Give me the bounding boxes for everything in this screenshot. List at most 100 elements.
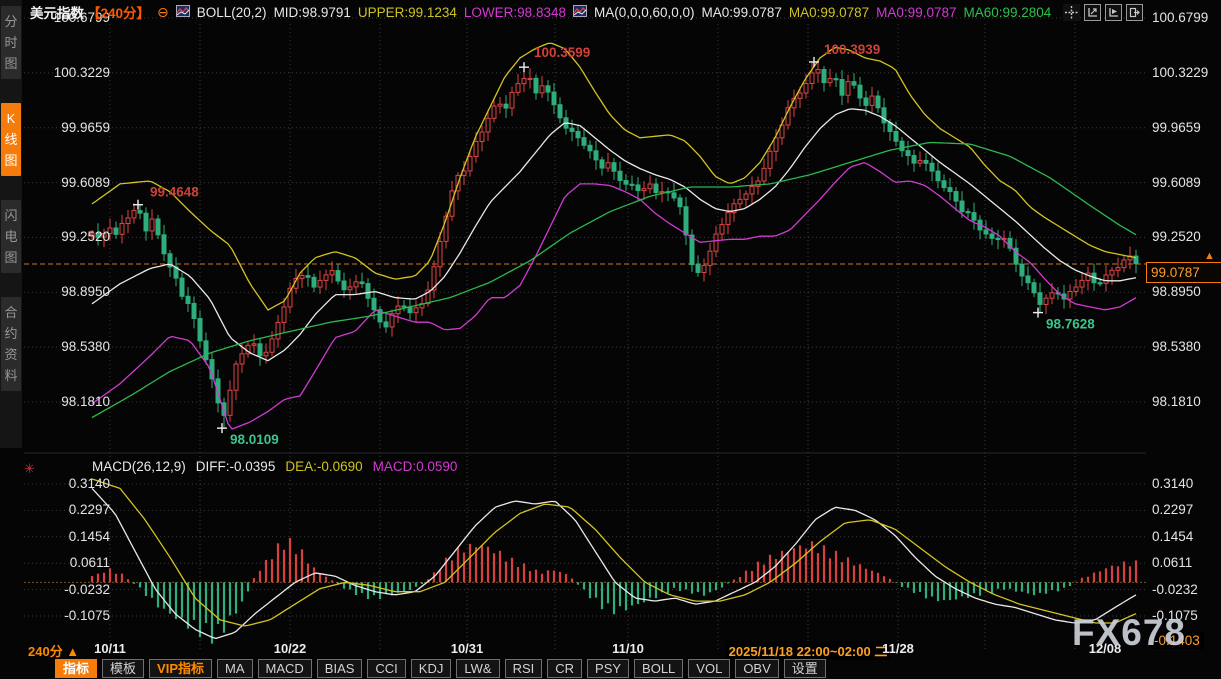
candle-body: [798, 93, 802, 98]
candle-body: [900, 141, 904, 150]
sidebar-tab-timeshare[interactable]: 分时图: [1, 6, 21, 79]
ma-chart-icon[interactable]: [573, 5, 587, 20]
candle-body: [150, 219, 154, 231]
axis-indicator-icon[interactable]: [1105, 4, 1122, 21]
candle-body: [306, 276, 310, 278]
crosshair-icon[interactable]: [1063, 4, 1080, 21]
candle-body: [720, 225, 724, 235]
indicator-button-rsi[interactable]: RSI: [505, 659, 543, 678]
indicator-button-vol[interactable]: VOL: [688, 659, 730, 678]
candle-body: [552, 92, 556, 105]
sidebar-tab-lightning[interactable]: 闪电图: [1, 200, 21, 273]
candle-body: [948, 188, 952, 192]
candle-body: [768, 151, 772, 168]
candle-body: [684, 207, 688, 235]
indicator-button-ma[interactable]: MA: [217, 659, 253, 678]
candle-body: [1110, 270, 1114, 275]
date-label: 11/28: [882, 641, 914, 656]
axis-label: -0.1075: [30, 608, 110, 623]
exit-fullscreen-icon[interactable]: [1126, 4, 1143, 21]
candle-body: [804, 83, 808, 93]
candle-body: [846, 82, 850, 96]
candle-body: [642, 189, 646, 191]
candle-body: [336, 271, 340, 281]
candle-body: [342, 281, 346, 290]
candle-body: [366, 284, 370, 299]
price-annotation: 100.3939: [824, 42, 880, 57]
candle-body: [330, 271, 334, 275]
candle-body: [996, 238, 1000, 239]
macd-dea-value: DEA:-0.0690: [285, 459, 362, 474]
axis-label: 0.2297: [30, 502, 110, 517]
candle-body: [654, 184, 658, 192]
indicator-button-obv[interactable]: OBV: [735, 659, 778, 678]
indicator-button-kdj[interactable]: KDJ: [411, 659, 452, 678]
candle-body: [276, 322, 280, 339]
indicator-button-设置[interactable]: 设置: [784, 659, 826, 678]
candle-body: [876, 96, 880, 108]
indicator-button-psy[interactable]: PSY: [587, 659, 629, 678]
time-axis[interactable]: 240分 ▲ 10/1110/2210/3111/102025/11/18 22…: [0, 641, 1221, 657]
candle-body: [282, 307, 286, 322]
candle-body: [1050, 293, 1054, 298]
indicator-button-vip指标[interactable]: VIP指标: [149, 659, 212, 678]
indicator-button-模板[interactable]: 模板: [102, 659, 144, 678]
chart-tool-icons: [1063, 4, 1143, 21]
candle-body: [324, 275, 328, 281]
date-label: 10/22: [274, 641, 307, 656]
candle-body: [1074, 287, 1078, 291]
indicator-button-boll[interactable]: BOLL: [634, 659, 683, 678]
indicator-button-指标[interactable]: 指标: [55, 659, 97, 678]
candle-body: [1098, 283, 1102, 284]
candle-body: [648, 184, 652, 189]
candle-body: [270, 339, 274, 352]
axis-label: 98.8950: [30, 284, 110, 299]
candle-body: [558, 105, 562, 118]
axis-label: 98.5380: [30, 339, 110, 354]
axis-label: 98.8950: [1152, 284, 1201, 299]
axis-label: 98.1810: [1152, 394, 1201, 409]
period-label[interactable]: 240分 ▲: [28, 641, 79, 660]
indicator-button-bias[interactable]: BIAS: [317, 659, 363, 678]
chart-canvas[interactable]: 99.4648100.3599100.393998.010998.7628: [0, 0, 1221, 679]
candle-body: [492, 106, 496, 118]
price-annotation: 98.0109: [230, 432, 279, 447]
candle-body: [570, 128, 574, 131]
indicator-button-cr[interactable]: CR: [547, 659, 582, 678]
candle-body: [984, 230, 988, 234]
candle-body: [924, 160, 928, 163]
candle-body: [828, 79, 832, 83]
candle-body: [234, 364, 238, 390]
sidebar-tab-contract-info[interactable]: 合约资料: [1, 297, 21, 391]
indicator-button-lw&[interactable]: LW&: [456, 659, 499, 678]
candle-body: [726, 213, 730, 225]
candle-body: [162, 235, 166, 254]
candle-body: [144, 213, 148, 231]
axis-label: 98.5380: [1152, 339, 1201, 354]
macd-settings-icon[interactable]: ✳: [24, 461, 35, 477]
ma60-green-value: MA60:99.2804: [963, 5, 1051, 20]
indicator-button-macd[interactable]: MACD: [258, 659, 312, 678]
axis-label: 0.0611: [1152, 555, 1192, 570]
price-up-arrow: ▲: [1204, 250, 1215, 262]
axis-label: 99.6089: [30, 175, 110, 190]
boll-mid-value: MID:98.9791: [274, 5, 351, 20]
boll-chart-icon[interactable]: [176, 5, 190, 20]
candle-body: [384, 322, 388, 327]
candle-body: [498, 104, 502, 106]
ma0-magenta-value: MA0:99.0787: [876, 5, 956, 20]
indicator-button-cci[interactable]: CCI: [367, 659, 405, 678]
candle-body: [774, 138, 778, 151]
candle-body: [606, 163, 610, 168]
collapse-icon[interactable]: ⊖: [157, 6, 169, 18]
axis-scale-icon[interactable]: [1084, 4, 1101, 21]
candle-body: [528, 78, 532, 79]
candle-body: [348, 287, 352, 290]
current-price-tag: 99.0787: [1146, 262, 1221, 283]
candle-body: [582, 138, 586, 146]
candle-body: [414, 308, 418, 313]
candle-body: [126, 218, 130, 224]
candle-body: [636, 185, 640, 191]
sidebar-tab-kline[interactable]: K线图: [1, 103, 21, 176]
axis-label: -0.1075: [1152, 608, 1198, 623]
